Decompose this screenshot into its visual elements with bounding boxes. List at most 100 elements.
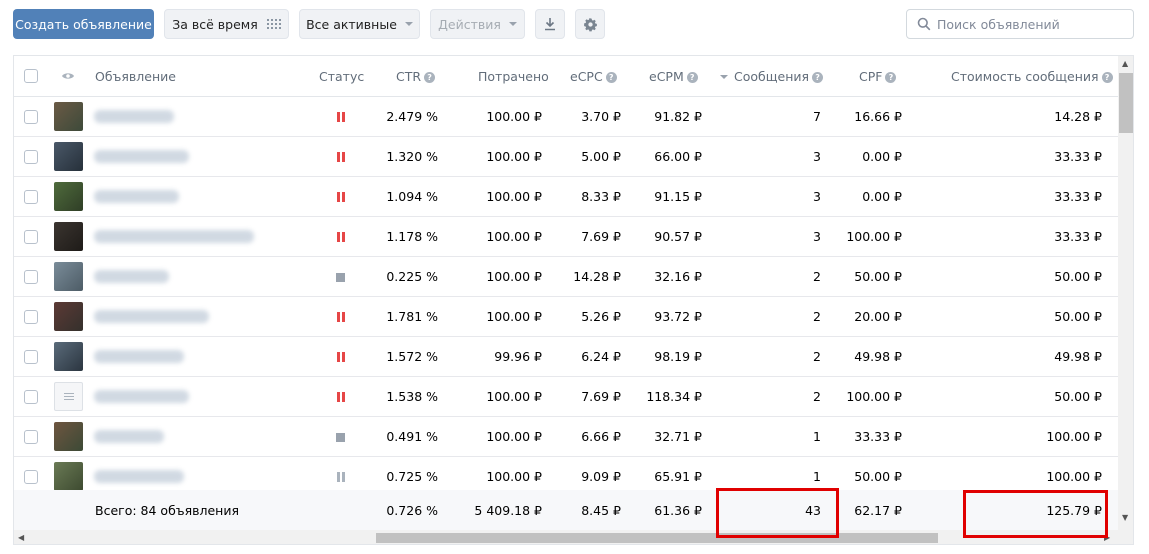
ad-title-blurred[interactable] [94,350,184,363]
ad-title-blurred[interactable] [94,190,179,203]
col-status[interactable]: Статус [319,69,364,84]
create-ad-button[interactable]: Создать объявление [13,9,154,39]
row-checkbox[interactable] [24,150,38,164]
cell-cpf: 0.00 ₽ [862,189,902,204]
scroll-down-icon[interactable]: ▼ [1122,514,1128,522]
ad-thumbnail[interactable] [54,222,83,251]
table-row[interactable]: 1.572 % 99.96 ₽ 6.24 ₽ 98.19 ₽ 2 49.98 ₽ 49.98… [14,337,1118,377]
row-checkbox[interactable] [24,230,38,244]
cell-ecpm: 90.57 ₽ [654,229,702,244]
table-row[interactable]: 1.781 % 100.00 ₽ 5.26 ₽ 93.72 ₽ 2 20.00 ₽ 50.0… [14,297,1118,337]
table-row[interactable]: 0.225 % 100.00 ₽ 14.28 ₽ 32.16 ₽ 2 50.00 ₽ 50.… [14,257,1118,297]
status-paused-icon[interactable] [336,112,346,122]
cell-msg-cost: 50.00 ₽ [1054,389,1102,404]
table-row[interactable]: 0.491 % 100.00 ₽ 6.66 ₽ 32.71 ₽ 1 33.33 ₽ 100.… [14,417,1118,457]
col-ecpm[interactable]: eCPM? [649,69,698,84]
row-checkbox[interactable] [24,350,38,364]
settings-button[interactable] [575,9,605,39]
document-icon[interactable] [54,382,83,411]
cell-msg-cost: 100.00 ₽ [1046,429,1102,444]
row-checkbox[interactable] [24,390,38,404]
ad-title-blurred[interactable] [94,310,209,323]
cell-ecpc: 14.28 ₽ [573,269,621,284]
ad-thumbnail[interactable] [54,302,83,331]
cell-messages: 1 [813,469,821,484]
status-paused-icon[interactable] [336,312,346,322]
row-checkbox[interactable] [24,190,38,204]
download-icon [545,18,555,31]
row-checkbox[interactable] [24,470,38,484]
vertical-scrollbar[interactable]: ▲ ▼ [1118,56,1133,544]
status-paused-icon[interactable] [336,192,346,202]
cell-spent: 100.00 ₽ [486,189,542,204]
horizontal-scroll-thumb[interactable] [376,533,938,543]
vertical-scroll-thumb[interactable] [1119,73,1133,133]
ad-thumbnail[interactable] [54,342,83,371]
table-row[interactable]: 1.538 % 100.00 ₽ 7.69 ₽ 118.34 ₽ 2 100.00 ₽ 50… [14,377,1118,417]
help-icon[interactable]: ? [686,72,698,83]
cell-msg-cost: 100.00 ₽ [1046,469,1102,484]
ad-thumbnail[interactable] [54,422,83,451]
table-row[interactable]: 1.320 % 100.00 ₽ 5.00 ₽ 66.00 ₽ 3 0.00 ₽ 33.33… [14,137,1118,177]
status-paused-icon[interactable] [336,472,346,482]
status-stopped-icon[interactable] [336,273,345,282]
ad-title-blurred[interactable] [94,110,174,123]
total-ecpc: 8.45 ₽ [581,503,621,518]
row-checkbox[interactable] [24,310,38,324]
ad-thumbnail[interactable] [54,262,83,291]
actions-dropdown[interactable]: Действия [430,9,525,39]
gear-icon [583,17,597,31]
ad-thumbnail[interactable] [54,462,83,491]
status-paused-icon[interactable] [336,232,346,242]
col-ad[interactable]: Объявление [95,69,176,84]
ad-title-blurred[interactable] [94,150,189,163]
ad-thumbnail[interactable] [54,142,83,171]
status-paused-icon[interactable] [336,152,346,162]
col-cpf[interactable]: CPF? [859,69,897,84]
help-icon[interactable]: ? [812,72,824,83]
cell-spent: 100.00 ₽ [486,469,542,484]
ad-title-blurred[interactable] [94,230,254,243]
scroll-left-icon[interactable]: ◀ [18,534,24,542]
select-all-checkbox[interactable] [24,69,38,83]
help-icon[interactable]: ? [424,72,436,83]
cell-cpf: 33.33 ₽ [854,429,902,444]
help-icon[interactable]: ? [885,72,897,83]
ad-title-blurred[interactable] [94,270,169,283]
download-button[interactable] [535,9,565,39]
table-row[interactable]: 2.479 % 100.00 ₽ 3.70 ₽ 91.82 ₽ 7 16.66 ₽ 14.2… [14,97,1118,137]
scroll-up-icon[interactable]: ▲ [1122,60,1128,68]
table-row[interactable]: 1.178 % 100.00 ₽ 7.69 ₽ 90.57 ₽ 3 100.00 ₽ 33.… [14,217,1118,257]
col-messages[interactable]: Сообщения? [720,69,824,84]
actions-label: Действия [438,16,501,32]
help-icon[interactable]: ? [605,72,617,83]
status-paused-icon[interactable] [336,352,346,362]
col-ctr[interactable]: CTR? [396,69,436,84]
ad-thumbnail[interactable] [54,182,83,211]
filter-label: Все активные [306,16,397,32]
cell-messages: 2 [813,309,821,324]
help-icon[interactable]: ? [1101,72,1113,83]
status-stopped-icon[interactable] [336,433,345,442]
horizontal-scrollbar[interactable]: ◀ ▶ [14,530,1118,544]
col-spent[interactable]: Потрачено [478,69,549,84]
search-input[interactable]: Поиск объявлений [906,9,1134,39]
filter-dropdown[interactable]: Все активные [299,9,420,39]
total-row: Всего: 84 объявления 0.726 % 5 409.18 ₽ … [14,490,1118,530]
row-checkbox[interactable] [24,430,38,444]
col-msg-cost[interactable]: Стоимость сообщения? [951,69,1113,84]
table-row[interactable]: 1.094 % 100.00 ₽ 8.33 ₽ 91.15 ₽ 3 0.00 ₽ 33.33… [14,177,1118,217]
cell-ecpc: 7.69 ₽ [581,389,621,404]
ad-title-blurred[interactable] [94,390,189,403]
ads-table: Объявление Статус CTR? Потрачено eCPC? e… [13,55,1134,545]
period-dropdown[interactable]: За всё время [164,9,289,39]
eye-icon[interactable] [61,71,75,81]
ad-thumbnail[interactable] [54,102,83,131]
ad-title-blurred[interactable] [94,430,164,443]
ad-title-blurred[interactable] [94,470,184,483]
row-checkbox[interactable] [24,270,38,284]
status-paused-icon[interactable] [336,392,346,402]
col-ecpc[interactable]: eCPC? [570,69,617,84]
row-checkbox[interactable] [24,110,38,124]
cell-spent: 100.00 ₽ [486,429,542,444]
